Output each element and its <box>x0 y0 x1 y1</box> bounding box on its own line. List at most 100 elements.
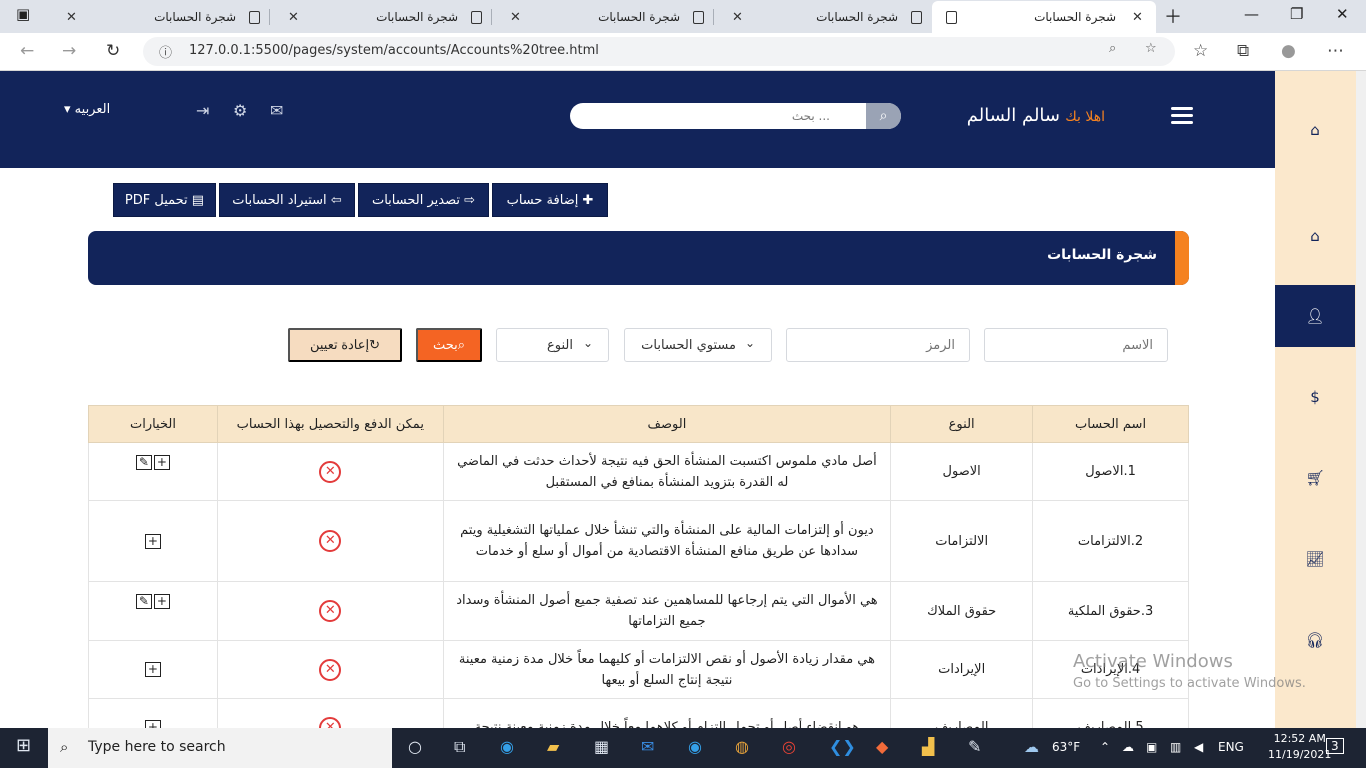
file-explorer-icon[interactable]: ▰ <box>547 737 559 756</box>
x-circle-icon: ✕ <box>319 530 342 552</box>
app-icon-2[interactable]: ◆ <box>876 737 888 756</box>
close-tab-icon[interactable]: ✕ <box>288 10 299 25</box>
reset-button-label: إعادة تعيين <box>309 337 370 352</box>
code-input[interactable] <box>787 329 969 361</box>
weather-icon[interactable]: ☁ <box>1024 738 1039 756</box>
sidebar-item-home[interactable]: ⌂ <box>1275 99 1355 161</box>
notifications-icon[interactable]: 3 <box>1326 738 1344 754</box>
close-tab-icon[interactable]: ✕ <box>66 10 77 25</box>
sidebar-item-users[interactable]: 👤︎ <box>1275 285 1355 347</box>
volume-icon[interactable]: ◀ <box>1194 740 1203 754</box>
edge-dev-icon[interactable]: ◉ <box>688 737 702 756</box>
store-icon[interactable]: ▦ <box>594 737 609 756</box>
reset-button[interactable]: إعادة تعيين ↻ <box>288 328 402 362</box>
vscode-icon[interactable]: ❮❯ <box>829 737 856 756</box>
account-name[interactable]: 2.الالتزامات <box>1032 500 1189 582</box>
forward-icon[interactable]: → <box>62 41 76 61</box>
browser-tab[interactable]: ✕ شجرة الحسابات <box>48 1 270 33</box>
profile-avatar-icon[interactable]: ● <box>1281 41 1296 61</box>
search-button[interactable]: بحث ⌕ <box>416 328 482 362</box>
new-tab-icon[interactable]: ＋ <box>1164 3 1182 29</box>
search-icon: ⌕ <box>60 738 69 756</box>
browser-tab[interactable]: ✕ شجرة الحسابات <box>714 1 932 33</box>
clock[interactable]: 12:52 AM 11/19/2021 <box>1268 731 1331 763</box>
logout-icon[interactable]: ⇥ <box>196 101 209 120</box>
cortana-icon[interactable]: ○ <box>408 737 422 756</box>
tab-title: شجرة الحسابات <box>376 10 458 24</box>
url-field[interactable]: ⓘ 127.0.0.1:5500/pages/system/accounts/A… <box>143 37 1175 66</box>
language-indicator[interactable]: ENG <box>1218 740 1244 754</box>
zoom-icon[interactable]: ⌕ <box>1109 41 1116 56</box>
language-dropdown[interactable]: ▾ العربيه <box>64 102 110 117</box>
export-accounts-button[interactable]: تصدير الحسابات ⇨ <box>358 183 489 217</box>
app-icon-3[interactable]: ▟ <box>922 737 934 756</box>
page-scrollbar[interactable] <box>1356 71 1366 728</box>
close-tab-icon[interactable]: ✕ <box>510 10 521 25</box>
name-input[interactable] <box>985 329 1167 361</box>
tray-chevron-icon[interactable]: ⌃ <box>1100 740 1110 754</box>
close-window-icon[interactable]: ✕ <box>1336 5 1349 23</box>
edge-icon[interactable]: ◉ <box>500 737 514 756</box>
menu-icon[interactable] <box>1171 107 1193 124</box>
minimize-icon[interactable]: — <box>1244 5 1259 23</box>
edit-icon[interactable]: ✎ <box>135 455 152 470</box>
sidebar-item-finance[interactable]: $ <box>1275 366 1355 428</box>
cart-icon: 🛒︎ <box>1305 469 1325 487</box>
account-description: أصل مادي ملموس اكتسبت المنشأة الحق فيه ن… <box>442 442 892 501</box>
search-icon[interactable]: ⌕ <box>866 103 901 129</box>
sidebar-item-home-2[interactable]: ⌂ <box>1275 205 1355 267</box>
network-icon[interactable]: ▥ <box>1170 740 1181 754</box>
info-icon[interactable]: ⓘ <box>159 42 172 61</box>
browser-tab-active[interactable]: ✕ شجرة الحسابات <box>932 1 1156 33</box>
favorites-icon[interactable]: ☆ <box>1193 41 1208 61</box>
sidebar-item-support[interactable]: 🎧︎ <box>1275 609 1355 671</box>
sidebar-item-reports[interactable]: 📈︎ <box>1275 528 1355 590</box>
weather-temp[interactable]: 63°F <box>1052 740 1080 754</box>
taskbar-search[interactable]: ⌕ Type here to search <box>48 728 392 768</box>
download-pdf-button[interactable]: PDF تحميل ▤ <box>113 183 216 217</box>
add-icon[interactable]: + <box>144 533 161 549</box>
close-tab-icon[interactable]: ✕ <box>1132 10 1143 25</box>
level-select[interactable]: مستوي الحسابات ⌄ <box>624 328 772 362</box>
add-icon[interactable]: + <box>153 455 170 470</box>
account-name[interactable]: 1.الاصول <box>1032 442 1189 501</box>
title-accent <box>1175 231 1189 285</box>
collections-icon[interactable]: ⧉ <box>1237 41 1249 61</box>
account-name[interactable]: 5.المصاريف <box>1032 698 1189 728</box>
mail-icon[interactable]: ✉ <box>270 101 283 120</box>
close-tab-icon[interactable]: ✕ <box>732 10 743 25</box>
windows-start-icon[interactable]: ⊞ <box>16 735 31 756</box>
import-accounts-button[interactable]: استيراد الحسابات ⇦ <box>219 183 355 217</box>
chrome-icon[interactable]: ◎ <box>782 737 796 756</box>
edit-icon[interactable]: ✎ <box>135 594 152 609</box>
add-icon[interactable]: + <box>153 594 170 609</box>
back-icon[interactable]: ← <box>20 41 34 61</box>
restore-icon[interactable]: ❐ <box>1290 5 1303 23</box>
cloud-icon[interactable]: ☁ <box>1122 740 1134 754</box>
tab-title: شجرة الحسابات <box>598 10 680 24</box>
mail-app-icon[interactable]: ✉ <box>641 737 654 756</box>
device-icon[interactable]: ▣ <box>1146 740 1157 754</box>
sidebar-item-cart[interactable]: 🛒︎ <box>1275 447 1355 509</box>
browser-tab[interactable]: ✕ شجرة الحسابات <box>270 1 492 33</box>
add-icon[interactable]: + <box>144 720 161 728</box>
tab-actions-icon[interactable]: ▣ <box>16 5 30 23</box>
browser-tab[interactable]: ✕ شجرة الحسابات <box>492 1 714 33</box>
app-icon[interactable]: ◍ <box>735 737 749 756</box>
payment-cell: ✕ <box>216 581 444 641</box>
add-favorite-icon[interactable]: ☆ <box>1145 41 1157 56</box>
chart-icon: 📈︎ <box>1305 550 1325 568</box>
gear-icon[interactable]: ⚙ <box>233 101 247 120</box>
level-select-value: مستوي الحسابات <box>641 337 736 353</box>
account-name[interactable]: 3.حقوق الملكية <box>1032 581 1189 641</box>
refresh-icon[interactable]: ↻ <box>106 41 120 61</box>
more-options-icon[interactable]: ⋯ <box>1327 41 1344 61</box>
document-icon <box>471 10 482 24</box>
task-view-icon[interactable]: ⧉ <box>454 737 465 757</box>
options-cell: +✎ <box>88 581 218 641</box>
type-select[interactable]: النوع ⌄ <box>496 328 609 362</box>
header-search-input[interactable] <box>570 103 866 129</box>
add-icon[interactable]: + <box>144 662 161 677</box>
add-account-button[interactable]: إضافة حساب ✚ <box>492 183 608 217</box>
paint-icon[interactable]: ✎ <box>968 737 981 756</box>
